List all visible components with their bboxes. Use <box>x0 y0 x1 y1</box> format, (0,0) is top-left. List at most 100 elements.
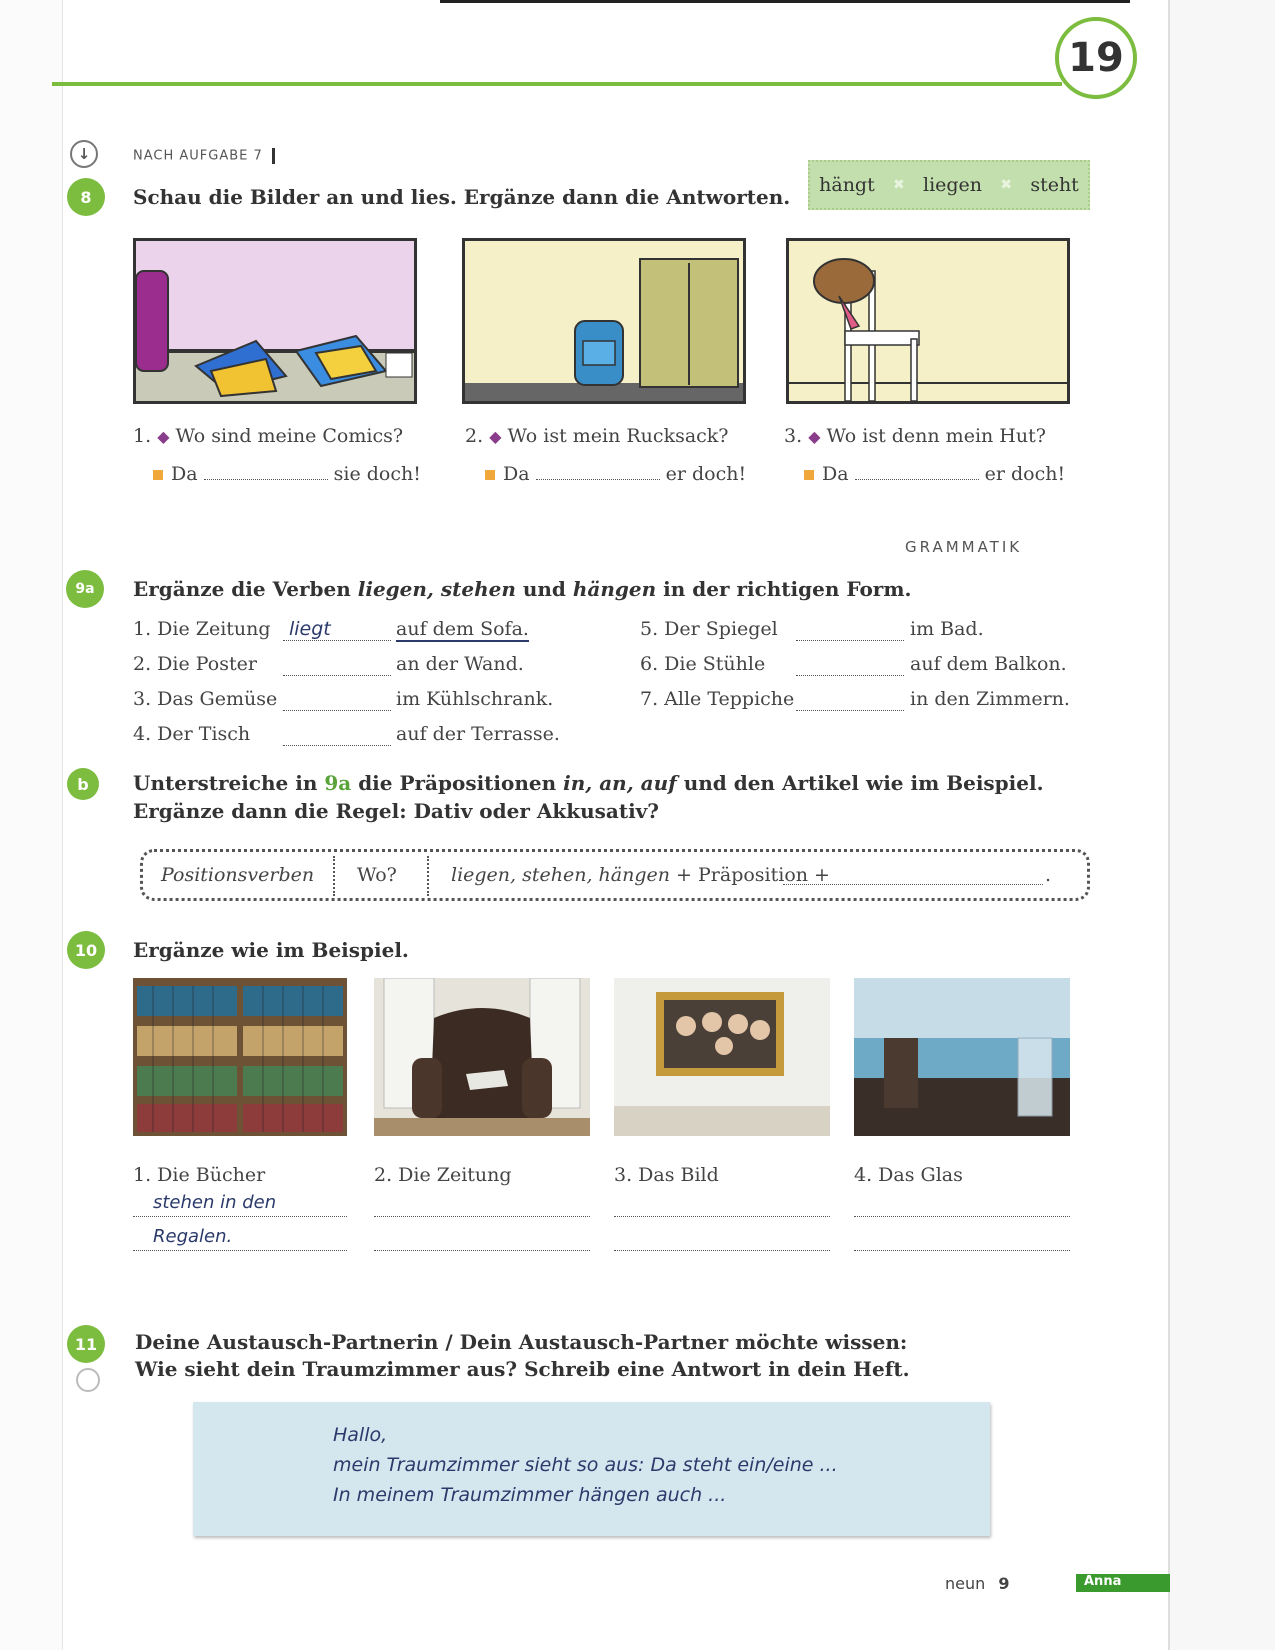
ex10-line-3b[interactable] <box>614 1226 830 1251</box>
sentence-7-subject: 7. Alle Teppiche <box>640 688 795 710</box>
instr-verbs: liegen, stehen <box>357 577 516 601</box>
exercise-8-number: 8 <box>67 178 105 216</box>
instr-prepositions: in, an, auf <box>563 771 677 795</box>
answer-start: Da <box>171 463 198 485</box>
separator-icon: ✖ <box>893 177 905 193</box>
photo-picture-frame <box>614 978 830 1136</box>
exercise-8-instruction: Schau die Bilder an und lies. Ergänze da… <box>133 185 791 209</box>
illustration-hat-chair <box>786 238 1070 404</box>
answer-blank[interactable] <box>854 461 979 480</box>
sentence-6-blank[interactable] <box>796 653 904 676</box>
rule-label: Positionsverben <box>161 864 315 886</box>
sentence-1-blank[interactable]: liegt <box>283 618 391 641</box>
page-number: 9 <box>998 1574 1010 1593</box>
sentence-2-blank[interactable] <box>283 653 391 676</box>
question-text: Wo ist denn mein Hut? <box>826 425 1046 447</box>
question-2: 2. ◆ Wo ist mein Rucksack? <box>465 425 729 447</box>
instr-part: die Präpositionen <box>351 771 564 795</box>
exercise-10-instruction: Ergänze wie im Beispiel. <box>133 938 409 962</box>
sentence-6-subject: 6. Die Stühle <box>640 653 766 675</box>
instr-verb: hängen <box>572 577 657 601</box>
diamond-icon: ◆ <box>808 427 821 446</box>
handwritten-answer: liegt <box>289 618 331 640</box>
sentence-4-blank[interactable] <box>283 723 391 746</box>
ex10-label-3: 3. Das Bild <box>614 1164 719 1186</box>
letter-line-3: In meinem Traumzimmer hängen auch ... <box>333 1484 727 1506</box>
illustration-backpack <box>462 238 746 404</box>
grammatik-label: GRAMMATIK <box>905 538 1023 556</box>
handwritten-answer: stehen in den <box>153 1192 277 1213</box>
photo-glass <box>854 978 1070 1136</box>
sentence-1-subject: 1. Die Zeitung <box>133 618 271 640</box>
sentence-3-subject: 3. Das Gemüse <box>133 688 278 710</box>
answer-start: Da <box>822 463 849 485</box>
answer-end: er doch! <box>984 463 1066 485</box>
nach-aufgabe-text: NACH AUFGABE 7 <box>133 148 263 164</box>
question-number: 1. <box>133 425 152 447</box>
question-number: 2. <box>465 425 484 447</box>
exercise-10-number: 10 <box>67 931 105 969</box>
question-text: Wo ist mein Rucksack? <box>507 425 729 447</box>
sentence-2-subject: 2. Die Poster <box>133 653 257 675</box>
sentence-7-blank[interactable] <box>796 688 904 711</box>
rule-blank[interactable] <box>783 864 1043 885</box>
word-bank: hängt ✖ liegen ✖ steht <box>808 160 1090 210</box>
ex10-line-1a[interactable]: stehen in den <box>133 1192 347 1217</box>
rule-text: liegen, stehen, hängen + Präposition + <box>451 864 830 886</box>
ex10-line-3a[interactable] <box>614 1192 830 1217</box>
ex10-line-1b[interactable]: Regalen. <box>133 1226 347 1251</box>
sentence-4-subject: 4. Der Tisch <box>133 723 251 745</box>
photo-bookshelf <box>133 978 347 1136</box>
ex10-line-4a[interactable] <box>854 1192 1070 1217</box>
rule-divider <box>427 856 429 896</box>
square-bullet-icon <box>153 470 163 480</box>
ex10-line-2b[interactable] <box>374 1226 590 1251</box>
photo-armchair <box>374 978 590 1136</box>
answer-start: Da <box>503 463 530 485</box>
ex10-line-4b[interactable] <box>854 1226 1070 1251</box>
instr-part: und den Artikel wie im Beispiel. <box>676 771 1044 795</box>
sentence-7-place: in den Zimmern. <box>910 688 1070 710</box>
exercise-11-number: 11 <box>67 1325 105 1363</box>
sentence-5-blank[interactable] <box>796 618 904 641</box>
answer-3: Da er doch! <box>804 461 1065 485</box>
exercise-9b-number: b <box>67 768 99 800</box>
word-bank-item: hängt <box>819 174 875 196</box>
exercise-9b-line2: Ergänze dann die Regel: Dativ oder Akkus… <box>133 799 660 823</box>
marker-bar <box>271 148 275 164</box>
portfolio-icon <box>76 1368 100 1392</box>
ex10-label-4: 4. Das Glas <box>854 1164 963 1186</box>
question-number: 3. <box>784 425 803 447</box>
question-text: Wo sind meine Comics? <box>175 425 404 447</box>
header-rule <box>52 82 1062 86</box>
page-word: neun <box>945 1574 986 1593</box>
ex10-label-1: 1. Die Bücher <box>133 1164 266 1186</box>
question-1: 1. ◆ Wo sind meine Comics? <box>133 425 403 447</box>
sentence-1-place: auf dem Sofa. <box>396 618 529 642</box>
question-3: 3. ◆ Wo ist denn mein Hut? <box>784 425 1046 447</box>
grammar-rule-box: Positionsverben Wo? liegen, stehen, häng… <box>140 849 1090 901</box>
diamond-icon: ◆ <box>489 427 502 446</box>
separator-icon: ✖ <box>1000 177 1013 193</box>
ex10-line-2a[interactable] <box>374 1192 590 1217</box>
sentence-3-blank[interactable] <box>283 688 391 711</box>
exercise-9b-line1: Unterstreiche in 9a die Präpositionen in… <box>133 771 1044 795</box>
square-bullet-icon <box>804 470 814 480</box>
square-bullet-icon <box>485 470 495 480</box>
word-bank-item: steht <box>1030 174 1079 196</box>
exercise-9a-instruction: Ergänze die Verben liegen, stehen und hä… <box>133 577 911 601</box>
answer-1: Da sie doch! <box>153 461 421 485</box>
exercise-11-line1: Deine Austausch-Partnerin / Dein Austaus… <box>135 1330 908 1354</box>
answer-blank[interactable] <box>203 461 328 480</box>
example-letter-box: Hallo, mein Traumzimmer sieht so aus: Da… <box>193 1402 990 1536</box>
sentence-2-place: an der Wand. <box>396 653 524 675</box>
rule-verbs: liegen, stehen, hängen <box>451 864 670 886</box>
answer-end: er doch! <box>665 463 747 485</box>
ex10-label-2: 2. Die Zeitung <box>374 1164 512 1186</box>
answer-blank[interactable] <box>535 461 660 480</box>
rule-end: . <box>1045 864 1052 886</box>
footer-tab: Anna <box>1076 1574 1170 1592</box>
sentence-4-place: auf der Terrasse. <box>396 723 560 745</box>
page-left-edge <box>0 0 63 1650</box>
exercise-reference: 9a <box>324 771 352 795</box>
